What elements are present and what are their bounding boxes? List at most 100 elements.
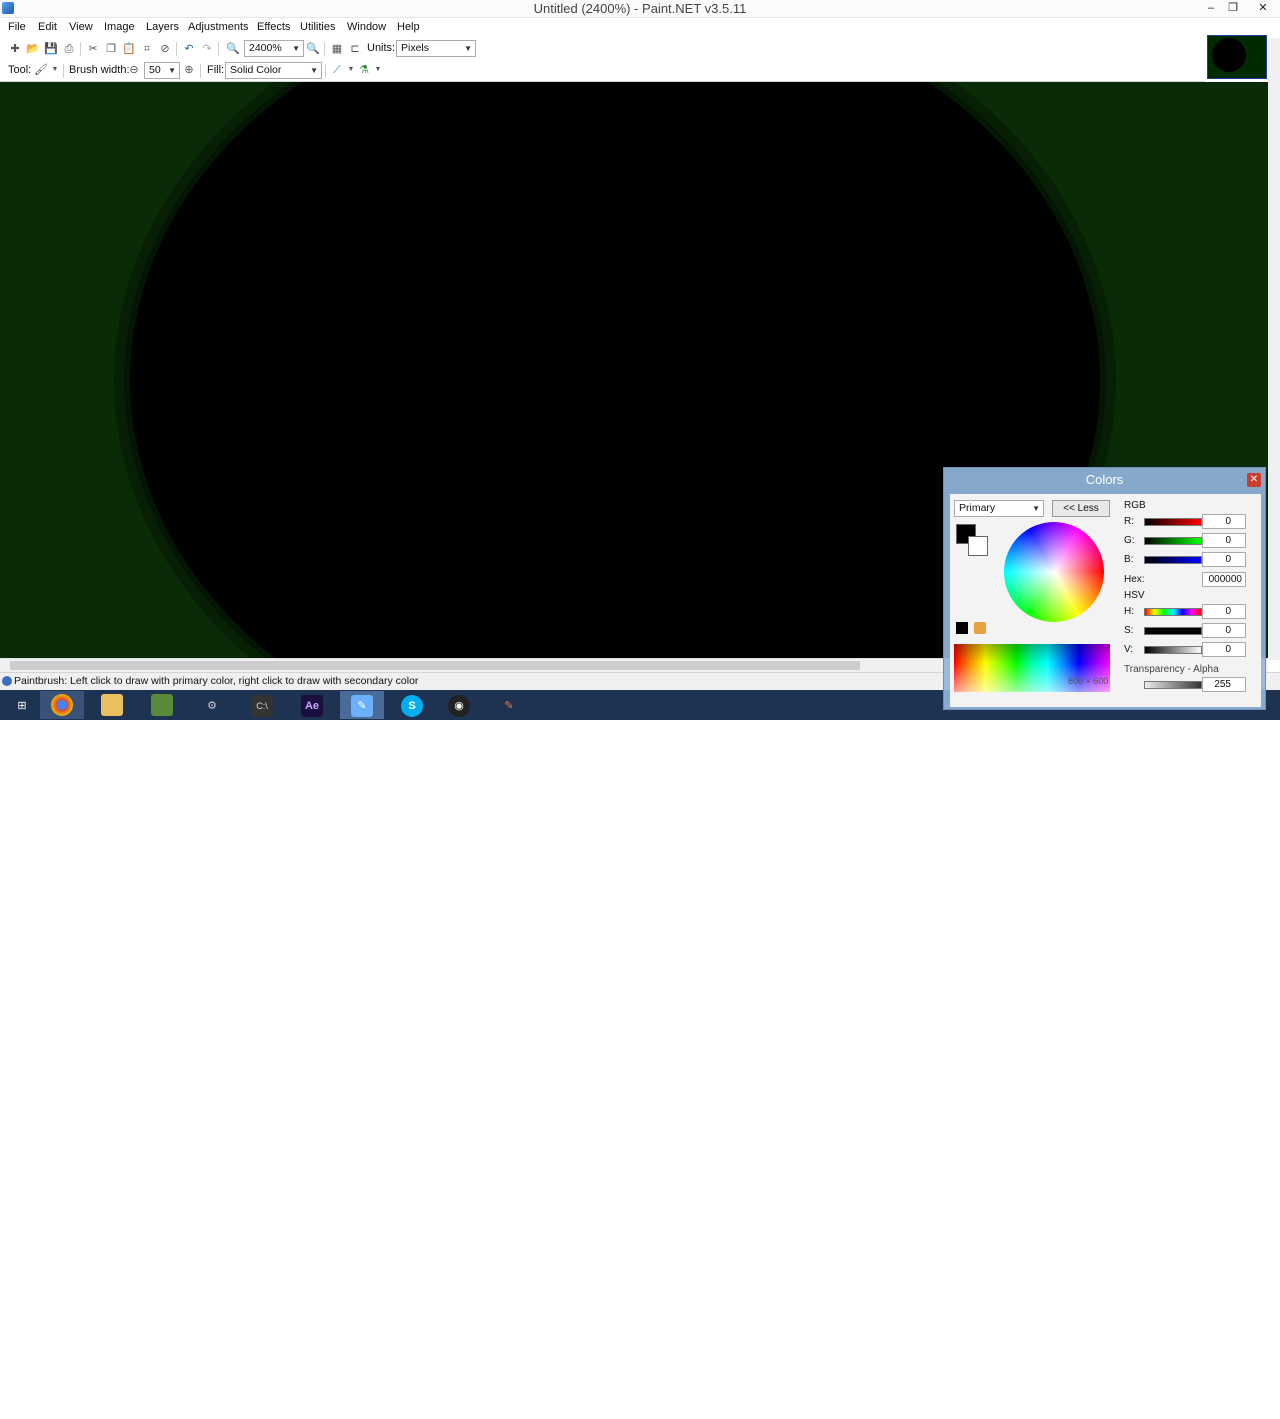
steam-icon[interactable]: ⚙: [190, 691, 234, 719]
value-value[interactable]: 0: [1202, 642, 1246, 657]
decrease-width-icon[interactable]: ⊖: [127, 63, 141, 77]
chevron-down-icon[interactable]: ▼: [371, 63, 385, 77]
zoom-in-icon[interactable]: 🔍: [306, 42, 320, 56]
chevron-down-icon: ▼: [464, 44, 472, 53]
green-slider[interactable]: [1144, 537, 1202, 545]
blue-slider[interactable]: [1144, 556, 1202, 564]
undo-icon[interactable]: ↶: [182, 42, 196, 56]
palette-black-icon[interactable]: [956, 622, 968, 634]
units-label: Units:: [367, 42, 396, 54]
secondary-color-swatch[interactable]: [968, 536, 988, 556]
copy-icon[interactable]: ❐: [104, 42, 118, 56]
new-file-icon[interactable]: ✚: [8, 42, 22, 56]
menu-window[interactable]: Window: [347, 21, 386, 33]
ruler-icon[interactable]: ⊏: [348, 42, 362, 56]
menu-file[interactable]: File: [8, 21, 26, 33]
red-slider[interactable]: [1144, 518, 1202, 526]
hue-value[interactable]: 0: [1202, 604, 1246, 619]
blue-value[interactable]: 0: [1202, 552, 1246, 567]
tool-label: Tool:: [8, 64, 32, 76]
h-label: H:: [1124, 606, 1134, 617]
paintbrush-icon[interactable]: 🖌: [34, 63, 48, 77]
green-value[interactable]: 0: [1202, 533, 1246, 548]
title-bar: Untitled (2400%) - Paint.NET v3.5.11 – ❐…: [0, 0, 1280, 18]
crop-icon[interactable]: ⌗: [140, 42, 154, 56]
chevron-down-icon: ▼: [292, 44, 300, 53]
color-wheel[interactable]: [1004, 522, 1104, 622]
color-mode-combo[interactable]: Primary ▼: [954, 500, 1044, 517]
print-icon[interactable]: ⎙: [62, 42, 76, 56]
value-slider[interactable]: [1144, 646, 1202, 654]
minecraft-icon[interactable]: [140, 691, 184, 719]
menu-bar: File Edit View Image Layers Adjustments …: [0, 18, 1205, 38]
window-title: Untitled (2400%) - Paint.NET v3.5.11: [533, 1, 747, 16]
menu-utilities[interactable]: Utilities: [300, 21, 335, 33]
open-file-icon[interactable]: 📂: [26, 42, 40, 56]
chrome-icon[interactable]: [40, 691, 84, 719]
menu-edit[interactable]: Edit: [38, 21, 57, 33]
windows-start-icon[interactable]: ⊞: [0, 691, 44, 719]
paint-net-icon[interactable]: ✎: [340, 691, 384, 719]
language-indicator[interactable]: ENG CMS: [1184, 1383, 1206, 1407]
file-explorer-icon[interactable]: [90, 691, 134, 719]
restore-button[interactable]: ❐: [1222, 0, 1244, 16]
brush-width-combo[interactable]: 50 ▼: [144, 62, 180, 79]
g-label: G:: [1124, 535, 1135, 546]
increase-width-icon[interactable]: ⊕: [182, 63, 196, 77]
main-toolbar: ✚ 📂 💾 ⎙ ✂ ❐ 📋 ⌗ ⊘ ↶ ↷ 🔍 2400% ▼ 🔍 ▦ ⊏ Un…: [0, 38, 1205, 60]
menu-view[interactable]: View: [69, 21, 93, 33]
minimize-button[interactable]: –: [1200, 0, 1222, 16]
redo-icon[interactable]: ↷: [200, 42, 214, 56]
red-value[interactable]: 0: [1202, 514, 1246, 529]
units-combo[interactable]: Pixels ▼: [396, 40, 476, 57]
fill-combo[interactable]: Solid Color ▼: [225, 62, 322, 79]
lang-bottom: CMS: [1184, 1395, 1207, 1406]
obs-icon[interactable]: ◉: [437, 691, 481, 719]
fill-label: Fill:: [207, 64, 225, 76]
after-effects-icon[interactable]: Ae: [290, 691, 334, 719]
hex-value[interactable]: 000000: [1202, 572, 1246, 587]
chevron-down-icon[interactable]: ▼: [344, 63, 358, 77]
skype-icon[interactable]: S: [390, 691, 434, 719]
app-icon[interactable]: ✎: [487, 691, 531, 719]
v-label: V:: [1124, 644, 1134, 655]
paste-icon[interactable]: 📋: [122, 42, 136, 56]
brush-width-value: 50: [149, 64, 161, 76]
antialiasing-icon[interactable]: ⟋: [330, 63, 344, 77]
zoom-out-icon[interactable]: 🔍: [226, 42, 240, 56]
close-icon[interactable]: ✕: [1247, 473, 1261, 487]
palette-menu-icon[interactable]: [974, 622, 986, 634]
clock[interactable]: 1:03 PM 2014-02-08: [1218, 1383, 1268, 1419]
alpha-slider[interactable]: [1144, 681, 1202, 689]
colors-panel-title[interactable]: Colors: [944, 468, 1265, 490]
grid-icon[interactable]: ▦: [330, 42, 344, 56]
vertical-scrollbar[interactable]: [1268, 38, 1280, 660]
menu-adjustments[interactable]: Adjustments: [188, 21, 249, 33]
hsv-label: HSV: [1124, 590, 1145, 601]
time: 1:03 PM: [1230, 1383, 1268, 1394]
menu-help[interactable]: Help: [397, 21, 420, 33]
rgb-label: RGB: [1124, 500, 1146, 511]
chevron-down-icon[interactable]: ▼: [48, 63, 62, 77]
menu-image[interactable]: Image: [104, 21, 135, 33]
close-button[interactable]: ✕: [1248, 0, 1278, 16]
less-button[interactable]: << Less: [1052, 500, 1110, 517]
save-icon[interactable]: 💾: [44, 42, 58, 56]
chevron-down-icon: ▼: [310, 66, 318, 75]
alpha-value[interactable]: 255: [1202, 677, 1246, 692]
canvas-thumbnail[interactable]: [1207, 35, 1267, 79]
zoom-combo[interactable]: 2400% ▼: [244, 40, 304, 57]
scroll-thumb[interactable]: [10, 661, 860, 670]
saturation-value[interactable]: 0: [1202, 623, 1246, 638]
command-prompt-icon[interactable]: C:\: [240, 691, 284, 719]
menu-layers[interactable]: Layers: [146, 21, 179, 33]
fill-value: Solid Color: [230, 64, 282, 76]
colors-panel-body: Primary ▼ << Less RGB R: 0 G: 0 B: 0 Hex…: [950, 494, 1261, 707]
cut-icon[interactable]: ✂: [86, 42, 100, 56]
tool-options-bar: Tool: 🖌 ▼ Brush width: ⊖ 50 ▼ ⊕ Fill: So…: [0, 60, 1205, 82]
menu-effects[interactable]: Effects: [257, 21, 290, 33]
hue-slider[interactable]: [1144, 608, 1202, 616]
saturation-slider[interactable]: [1144, 627, 1202, 635]
deselect-icon[interactable]: ⊘: [158, 42, 172, 56]
blend-mode-icon[interactable]: ⚗: [357, 63, 371, 77]
